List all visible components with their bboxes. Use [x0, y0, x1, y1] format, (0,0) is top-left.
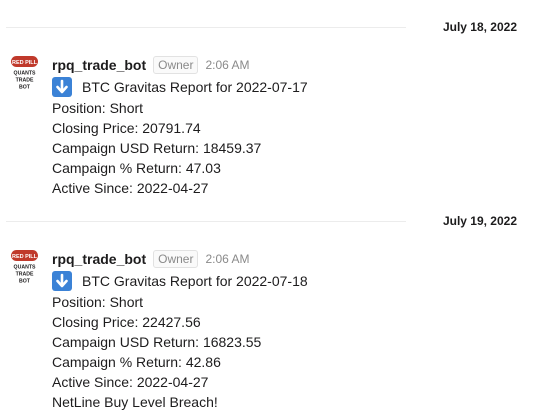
- avatar-text: TRADE: [16, 78, 34, 84]
- report-line: Campaign USD Return: 16823.55: [52, 334, 262, 350]
- report-title: BTC Gravitas Report for 2022-07-18: [82, 273, 308, 289]
- message-header: rpq_trade_bot Owner 2:06 AM: [52, 250, 250, 268]
- message-time[interactable]: 2:06 AM: [205, 252, 249, 266]
- report-line: Campaign USD Return: 18459.37: [52, 140, 262, 156]
- report-title-line: BTC Gravitas Report for 2022-07-17: [52, 76, 308, 98]
- avatar-text: BOT: [19, 279, 31, 285]
- message-body: BTC Gravitas Report for 2022-07-18 Posit…: [52, 270, 308, 412]
- divider-line: [6, 27, 406, 28]
- sender-name[interactable]: rpq_trade_bot: [52, 251, 146, 267]
- avatar-pill-text: RED PILL: [12, 254, 38, 260]
- report-line: Campaign % Return: 42.86: [52, 354, 221, 370]
- message-time[interactable]: 2:06 AM: [205, 58, 249, 72]
- owner-badge: Owner: [153, 56, 199, 74]
- report-line: Active Since: 2022-04-27: [52, 180, 209, 196]
- report-line: Campaign % Return: 47.03: [52, 160, 221, 176]
- report-title: BTC Gravitas Report for 2022-07-17: [82, 79, 308, 95]
- report-line: Position: Short: [52, 294, 144, 310]
- avatar[interactable]: RED PILL QUANTS TRADE BOT: [10, 249, 39, 285]
- sender-name[interactable]: rpq_trade_bot: [52, 57, 146, 73]
- divider-line: [6, 221, 406, 222]
- report-line: Closing Price: 22427.56: [52, 314, 201, 330]
- avatar-pill-text: RED PILL: [12, 60, 38, 66]
- message-header: rpq_trade_bot Owner 2:06 AM: [52, 56, 250, 74]
- down-arrow-icon: [52, 271, 72, 291]
- avatar-text: BOT: [19, 85, 31, 91]
- report-title-line: BTC Gravitas Report for 2022-07-18: [52, 270, 308, 292]
- owner-badge: Owner: [153, 250, 199, 268]
- avatar[interactable]: RED PILL QUANTS TRADE BOT: [10, 55, 39, 91]
- report-line: Position: Short: [52, 100, 144, 116]
- date-divider: July 18, 2022: [0, 17, 548, 37]
- report-line: NetLine Buy Level Breach!: [52, 394, 218, 410]
- message-body: BTC Gravitas Report for 2022-07-17 Posit…: [52, 76, 308, 198]
- date-label[interactable]: July 19, 2022: [443, 214, 517, 228]
- report-line: Active Since: 2022-04-27: [52, 374, 209, 390]
- report-line: Closing Price: 20791.74: [52, 120, 201, 136]
- avatar-text: QUANTS: [14, 71, 36, 77]
- avatar-text: QUANTS: [14, 265, 36, 271]
- date-divider: July 19, 2022: [0, 211, 548, 231]
- avatar-text: TRADE: [16, 272, 34, 278]
- date-label[interactable]: July 18, 2022: [443, 20, 517, 34]
- down-arrow-icon: [52, 77, 72, 97]
